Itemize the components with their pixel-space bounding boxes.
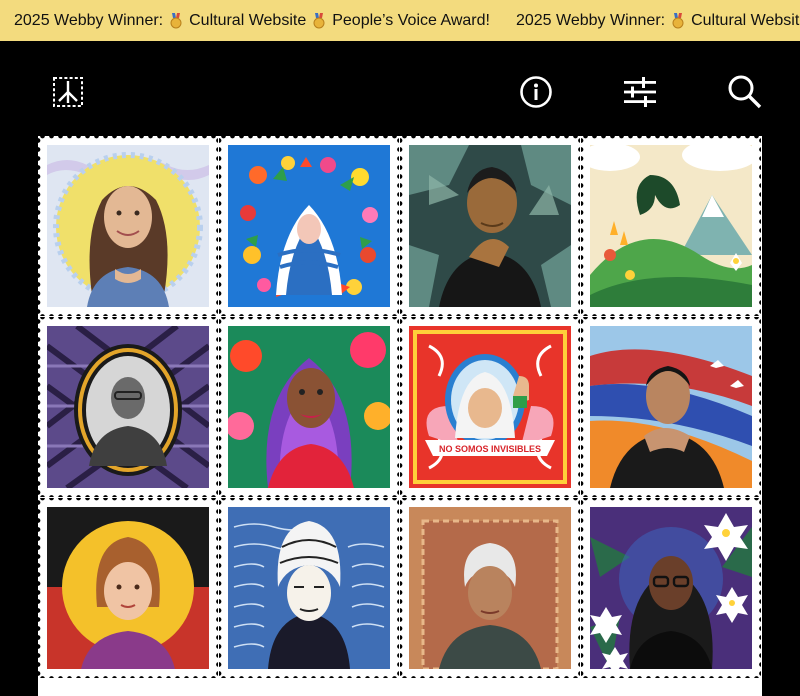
stamp-card[interactable] [400,498,580,678]
stamp-card[interactable] [38,136,218,316]
banner-segment: 2025 Webby Winner: Cultural Website [516,12,800,30]
medal-icon [671,12,685,29]
banner-award-1: Cultural Website [189,11,307,29]
stamp-card[interactable] [38,498,218,678]
stamp-portrait-image [590,326,752,488]
stamp-portrait-image [47,145,209,307]
banner-segment: 2025 Webby Winner: Cultural Website Peop… [14,12,490,30]
banner-prefix: 2025 Webby Winner: [515,11,666,29]
stamp-portrait-image [228,326,390,488]
stamp-portrait-image [590,145,752,307]
stamp-card[interactable] [581,136,761,316]
stamp-card[interactable] [219,317,399,497]
award-banner: 2025 Webby Winner: Cultural Website Peop… [0,0,800,41]
ribbon-label: NO SOMOS INVISIBLES [439,444,541,454]
stamp-portrait-image [228,507,390,669]
banner-prefix: 2025 Webby Winner: [14,11,164,29]
stamp-card[interactable]: NO SOMOS INVISIBLES [400,317,580,497]
search-icon[interactable] [726,74,764,110]
stamp-card[interactable] [400,136,580,316]
stamp-portrait-image [409,145,571,307]
stamp-card[interactable] [581,498,761,678]
banner-track: 2025 Webby Winner: Cultural Website Peop… [14,0,800,41]
peace-stamp-logo-icon[interactable] [50,74,86,110]
banner-award-2: People’s Voice Award! [332,11,490,29]
sliders-icon[interactable] [622,75,658,109]
stamp-card[interactable] [219,498,399,678]
info-icon[interactable] [519,75,553,109]
stamp-portrait-image: NO SOMOS INVISIBLES [409,326,571,488]
stamp-portrait-image [228,145,390,307]
stamp-gallery: NO SOMOS INVISIBLES [38,136,762,696]
stamp-portrait-image [590,507,752,669]
stamp-card[interactable] [581,317,761,497]
stamp-card[interactable] [38,317,218,497]
medal-icon [169,12,183,29]
medal-icon [312,12,326,29]
stamp-portrait-image [409,507,571,669]
stamp-portrait-image [47,326,209,488]
stamp-portrait-image [47,507,209,669]
banner-award-1: Cultural Website [691,11,800,29]
stamp-card[interactable] [219,136,399,316]
